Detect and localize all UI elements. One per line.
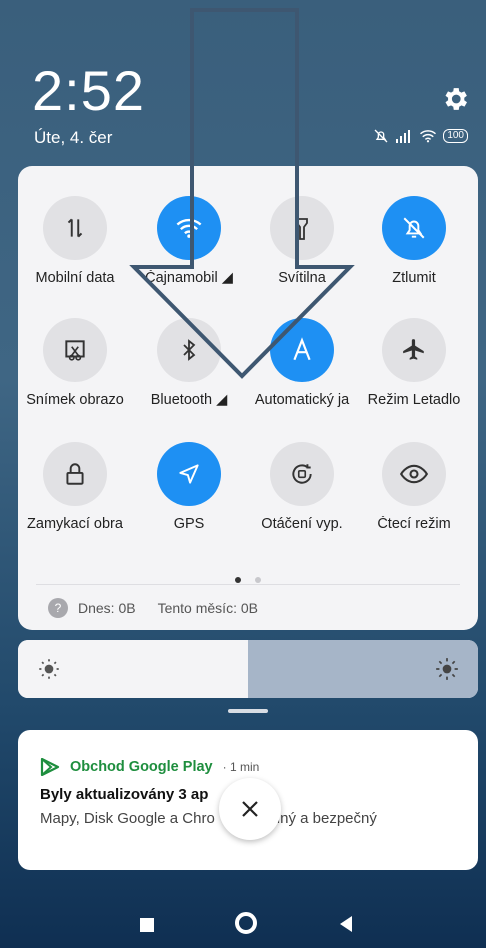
screenshot-icon: [43, 318, 107, 382]
back-icon: [340, 916, 352, 932]
status-icons: 100: [373, 128, 468, 144]
mute-icon: [382, 196, 446, 260]
signal-icon: [396, 130, 411, 143]
tile-label: Ztlumit: [392, 270, 436, 286]
notification-body-end: lný a bezpečný: [276, 810, 377, 827]
battery-indicator: 100: [443, 129, 468, 143]
location-icon: [157, 442, 221, 506]
back-button[interactable]: [338, 915, 354, 938]
data-month: Tento měsíc: 0B: [157, 600, 258, 616]
navigation-bar: [0, 900, 486, 948]
tile-flashlight[interactable]: Svítilna: [247, 196, 357, 286]
eye-icon: [382, 442, 446, 506]
close-icon: [242, 801, 258, 817]
recents-button[interactable]: [140, 918, 154, 932]
notification-body: Mapy, Disk Google a Chro lný a bezpečný: [40, 810, 377, 827]
mobile-data-icon: [43, 196, 107, 260]
home-icon: [235, 912, 257, 934]
tile-label: Mobilní data: [35, 270, 115, 286]
bluetooth-icon: [157, 318, 221, 382]
page-dot: [255, 577, 262, 583]
tile-label: Otáčení vyp.: [261, 516, 343, 532]
tile-airplane[interactable]: Režim Letadlo: [359, 318, 469, 408]
data-usage-row[interactable]: ? Dnes: 0B Tento měsíc: 0B: [48, 598, 258, 618]
tile-wifi[interactable]: Čajnamobil ◢: [134, 196, 244, 286]
tile-label: Bluetooth ◢: [150, 392, 228, 408]
drag-handle[interactable]: [228, 709, 268, 713]
auto-brightness-icon: [270, 318, 334, 382]
tile-mobile-data[interactable]: Mobilní data: [20, 196, 130, 286]
clock: 2:52: [32, 59, 145, 122]
tile-lock-screen[interactable]: Zamykací obra: [20, 442, 130, 532]
tile-label: Čtecí režim: [377, 516, 451, 532]
play-store-icon: [40, 758, 60, 776]
quick-settings-panel: Mobilní data Čajnamobil ◢ Svítilna Ztlum…: [18, 166, 478, 630]
lock-icon: [43, 442, 107, 506]
brightness-slider[interactable]: [18, 640, 478, 698]
brightness-high-icon: [436, 658, 458, 680]
notification-body-start: Mapy, Disk Google a Chro: [40, 810, 215, 827]
page-dot-active: [234, 577, 241, 583]
recents-icon: [140, 918, 154, 932]
tile-label: Zamykací obra: [27, 516, 123, 532]
settings-gear-icon[interactable]: [440, 84, 470, 114]
rotation-icon: [270, 442, 334, 506]
airplane-icon: [382, 318, 446, 382]
tile-label: GPS: [173, 516, 205, 532]
tile-label: Režim Letadlo: [367, 392, 461, 408]
notification-header: Obchod Google Play · 1 min: [40, 758, 259, 776]
notification-title: Byly aktualizovány 3 ap: [40, 786, 209, 803]
wifi-icon: [420, 130, 437, 143]
divider: [36, 584, 460, 585]
tile-rotation[interactable]: Otáčení vyp.: [247, 442, 357, 532]
clear-all-button[interactable]: [219, 778, 281, 840]
tile-screenshot[interactable]: Snímek obrazo: [20, 318, 130, 408]
tile-auto-brightness[interactable]: Automatický ja: [247, 318, 357, 408]
tile-gps[interactable]: GPS: [134, 442, 244, 532]
home-button[interactable]: [235, 912, 257, 934]
mute-icon: [374, 129, 388, 143]
tile-mute[interactable]: Ztlumit: [359, 196, 469, 286]
tile-label: Čajnamobil ◢: [145, 270, 233, 286]
page-indicator: [18, 570, 478, 588]
wifi-icon: [157, 196, 221, 260]
tile-label: Svítilna: [278, 270, 326, 286]
date: Úte, 4. čer: [34, 128, 113, 147]
flashlight-icon: [270, 196, 334, 260]
tile-label: Snímek obrazo: [26, 392, 124, 408]
tile-bluetooth[interactable]: Bluetooth ◢: [134, 318, 244, 408]
brightness-low-icon: [39, 659, 59, 679]
data-usage-icon: ?: [48, 598, 68, 618]
data-today: Dnes: 0B: [78, 600, 136, 616]
tile-label: Automatický ja: [254, 392, 350, 408]
tile-reading-mode[interactable]: Čtecí režim: [359, 442, 469, 532]
notification-time: · 1 min: [222, 760, 260, 774]
notification-app-name: Obchod Google Play: [70, 759, 213, 775]
